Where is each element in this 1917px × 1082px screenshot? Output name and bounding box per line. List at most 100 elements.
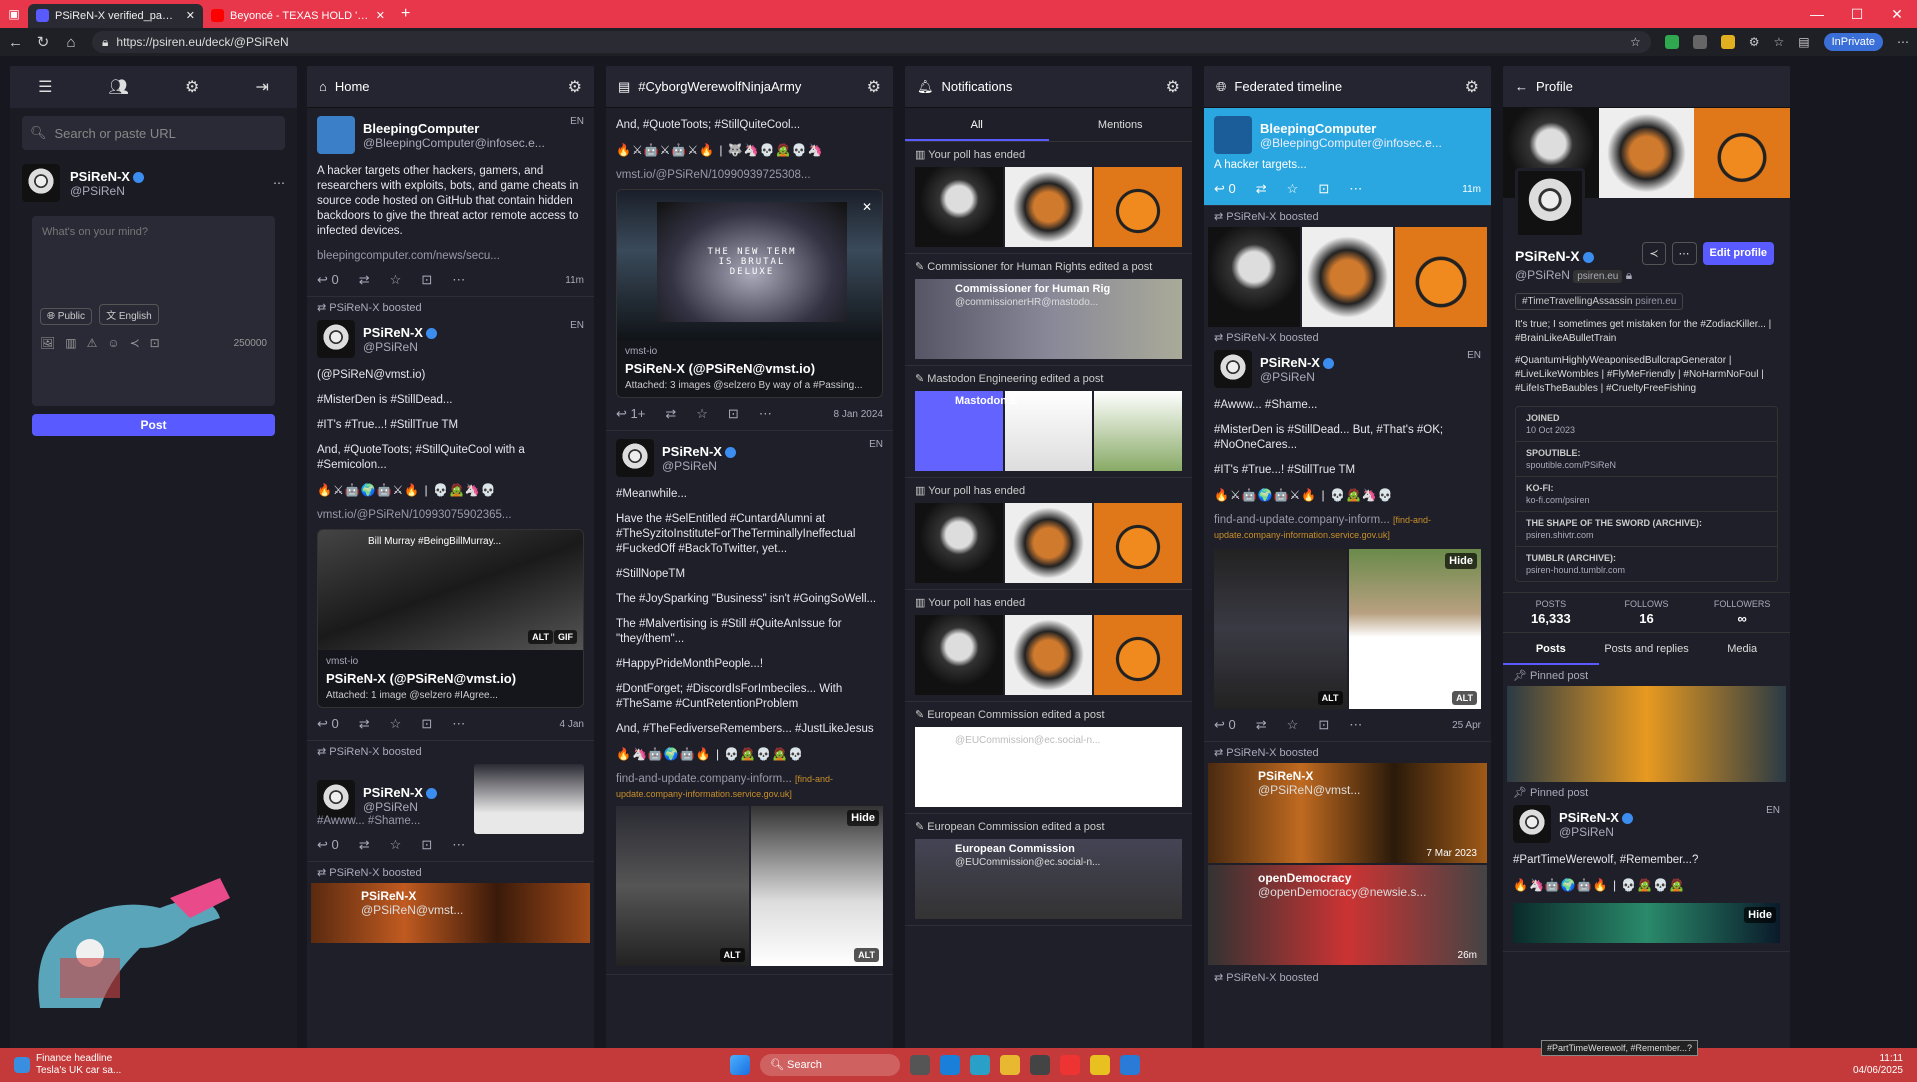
more-icon[interactable]: ⋯ bbox=[1897, 35, 1909, 49]
people-icon[interactable]: 👥︎ bbox=[109, 77, 129, 97]
boost-button[interactable]: ⇄ bbox=[665, 406, 676, 422]
tab-youtube[interactable]: Beyoncé - TEXAS HOLD 'EM [Dan... ✕ bbox=[203, 4, 393, 28]
status-author-handle[interactable]: @EUCommission@ec.social-n... bbox=[955, 735, 1100, 746]
media-thumbnail[interactable]: Hide bbox=[1513, 903, 1780, 943]
avatar[interactable] bbox=[1513, 805, 1551, 843]
favourite-button[interactable]: ☆ bbox=[696, 406, 708, 422]
follows-stat[interactable]: FOLLOWS 16 bbox=[1599, 593, 1695, 632]
media-gallery[interactable]: ALT Hide ALT bbox=[616, 806, 883, 966]
notifications-column-header[interactable]: 🔔︎ Notifications ⚙ bbox=[905, 66, 1192, 108]
hashtag-column-header[interactable]: ▤ #CyborgWerewolfNinjaArmy ⚙ bbox=[606, 66, 893, 108]
status-author-name[interactable]: PSiReN-X bbox=[361, 889, 416, 903]
favorite-star-icon[interactable]: ☆ bbox=[1630, 35, 1641, 49]
status-author-name[interactable]: European Commission bbox=[955, 843, 1075, 855]
status-author-handle[interactable]: @PSiReN bbox=[363, 800, 437, 814]
edit-profile-button[interactable]: Edit profile bbox=[1702, 242, 1774, 265]
status[interactable]: PSiReN-X @PSiReN EN (@PSiReN@vmst.io) #M… bbox=[307, 318, 594, 741]
system-clock[interactable]: 11:11 04/06/2025 bbox=[1853, 1053, 1903, 1077]
share-icon[interactable]: ≺ bbox=[1642, 242, 1666, 265]
booster-name[interactable]: PSiReN-X bbox=[329, 746, 379, 758]
status-author-handle[interactable]: @PSiReN@vmst... bbox=[1258, 783, 1360, 797]
emoji-icon[interactable]: ☺ bbox=[107, 336, 119, 350]
current-user[interactable]: PSiReN-X @PSiReN ⋯ bbox=[10, 158, 297, 208]
refresh-icon[interactable]: ↻ bbox=[36, 33, 50, 51]
favourite-button[interactable]: ☆ bbox=[1287, 181, 1299, 197]
status[interactable]: And, #QuoteToots; #StillQuiteCool... 🔥⚔🤖… bbox=[606, 108, 893, 431]
status-time[interactable]: 7 Mar 2023 bbox=[1426, 848, 1477, 859]
boost-button[interactable]: ⇄ bbox=[1256, 717, 1267, 733]
column-settings-icon[interactable]: ⚙ bbox=[867, 77, 881, 97]
media-thumbnails[interactable]: Mastodon E bbox=[915, 391, 1183, 471]
taskbar-search[interactable]: 🔍︎ Search bbox=[760, 1054, 900, 1076]
extension-icon[interactable] bbox=[1720, 35, 1735, 49]
booster-name[interactable]: PSiReN-X bbox=[1226, 211, 1276, 223]
favourite-button[interactable]: ☆ bbox=[390, 716, 402, 732]
start-icon[interactable] bbox=[730, 1055, 750, 1075]
status-author-handle[interactable]: @PSiReN@vmst... bbox=[361, 903, 463, 917]
outlook-icon[interactable] bbox=[940, 1055, 960, 1075]
bookmark-icon[interactable]: ⊡ bbox=[150, 336, 160, 350]
status-author-handle[interactable]: @BleepingComputer@infosec.e... bbox=[1260, 136, 1442, 150]
media-thumbnails[interactable]: @EUCommission@ec.social-n... bbox=[915, 727, 1182, 807]
link-preview-card[interactable]: Bill Murray #BeingBillMurray... ALT GIF … bbox=[317, 529, 584, 708]
tab-psiren[interactable]: PSiReN-X verified_paw: (@PSiReN... ✕ bbox=[28, 3, 203, 28]
media-thumbnails[interactable] bbox=[1208, 227, 1488, 327]
status-media[interactable]: PSiReN-X @PSiReN@vmst... 7 Mar 2023 bbox=[1208, 763, 1487, 863]
tab-posts[interactable]: Posts bbox=[1503, 633, 1599, 665]
status-link[interactable]: vmst.io/@PSiReN/10990939725308... bbox=[616, 169, 811, 181]
preferences-icon[interactable]: ⚙ bbox=[185, 77, 199, 97]
store-icon[interactable] bbox=[1030, 1055, 1050, 1075]
media-gallery[interactable]: ALT Hide ALT bbox=[1214, 549, 1481, 709]
status[interactable]: PSiReN-X @PSiReN EN #Awww... #Shame... #… bbox=[1204, 348, 1491, 742]
video-frame[interactable]: THE NEW TERM IS BRUTAL DELUXE bbox=[657, 202, 847, 322]
bookmark-button[interactable]: ⊡ bbox=[421, 272, 432, 288]
status-author-handle[interactable]: @PSiReN bbox=[1559, 825, 1633, 839]
media-thumbnail[interactable]: Hide ALT bbox=[750, 806, 883, 966]
extension-icon[interactable] bbox=[1664, 35, 1679, 49]
favourite-button[interactable]: ☆ bbox=[390, 272, 402, 288]
media-thumbnail[interactable] bbox=[474, 764, 584, 834]
profile-avatar[interactable] bbox=[1515, 168, 1585, 238]
hide-media-button[interactable]: Hide bbox=[1744, 907, 1776, 923]
notification-item[interactable]: ▥ Your poll has ended bbox=[905, 478, 1192, 590]
new-tab-icon[interactable]: + bbox=[393, 5, 418, 23]
status-time[interactable]: 26m bbox=[1458, 950, 1477, 961]
tab-mentions[interactable]: Mentions bbox=[1049, 108, 1193, 141]
booster-name[interactable]: PSiReN-X bbox=[1226, 747, 1276, 759]
bookmark-button[interactable]: ⊡ bbox=[1318, 717, 1329, 733]
status-link[interactable]: find-and-update.company-inform... bbox=[616, 773, 792, 785]
share-icon[interactable]: ≺ bbox=[130, 336, 140, 350]
avatar[interactable] bbox=[1214, 350, 1252, 388]
app-icon[interactable] bbox=[1060, 1055, 1080, 1075]
preview-image[interactable]: THE NEW TERM IS BRUTAL DELUXE ✕ bbox=[617, 190, 882, 340]
post-button[interactable]: Post bbox=[32, 414, 275, 436]
logout-icon[interactable]: ⇥ bbox=[255, 77, 268, 97]
more-options-icon[interactable]: ⋯ bbox=[273, 176, 285, 190]
status-author-name[interactable]: PSiReN-X bbox=[1258, 769, 1313, 783]
status-author-handle[interactable]: @PSiReN bbox=[662, 459, 736, 473]
status-author-name[interactable]: Mastodon E bbox=[955, 395, 1017, 407]
status-author-handle[interactable]: @openDemocracy@newsie.s... bbox=[1258, 885, 1426, 899]
notification-item[interactable]: ▥ Your poll has ended bbox=[905, 142, 1192, 254]
status[interactable]: BleepingComputer @BleepingComputer@infos… bbox=[307, 108, 594, 297]
more-button[interactable]: ⋯ bbox=[452, 837, 465, 853]
status-author-name[interactable]: PSiReN-X bbox=[1559, 810, 1619, 825]
notification-item[interactable]: ✎ Mastodon Engineering edited a post Mas… bbox=[905, 366, 1192, 478]
preview-image[interactable]: Bill Murray #BeingBillMurray... ALT GIF bbox=[318, 530, 583, 650]
close-window-icon[interactable]: ✕ bbox=[1877, 0, 1917, 28]
column-settings-icon[interactable]: ⚙ bbox=[1465, 77, 1479, 97]
status-author-name[interactable]: BleepingComputer bbox=[1260, 121, 1442, 136]
booster-name[interactable]: PSiReN-X bbox=[329, 302, 379, 314]
avatar[interactable] bbox=[22, 164, 60, 202]
more-button[interactable]: ⋯ bbox=[452, 272, 465, 288]
media-thumbnails[interactable]: European Commission @EUCommission@ec.soc… bbox=[915, 839, 1182, 919]
content-warning-icon[interactable]: ⚠ bbox=[87, 336, 98, 350]
url-field[interactable]: 🔒︎ https://psiren.eu/deck/@PSiReN ☆ bbox=[92, 31, 1651, 53]
avatar[interactable] bbox=[1214, 116, 1252, 154]
media-thumbnail[interactable]: ALT bbox=[616, 806, 749, 966]
booster-name[interactable]: PSiReN-X bbox=[1226, 972, 1276, 984]
status-author-name[interactable]: PSiReN-X bbox=[1260, 355, 1320, 370]
app-icon[interactable] bbox=[1120, 1055, 1140, 1075]
notification-item[interactable]: ▥ Your poll has ended bbox=[905, 590, 1192, 702]
status[interactable]: PSiReN-X @PSiReN EN #Meanwhile... Have t… bbox=[606, 431, 893, 975]
